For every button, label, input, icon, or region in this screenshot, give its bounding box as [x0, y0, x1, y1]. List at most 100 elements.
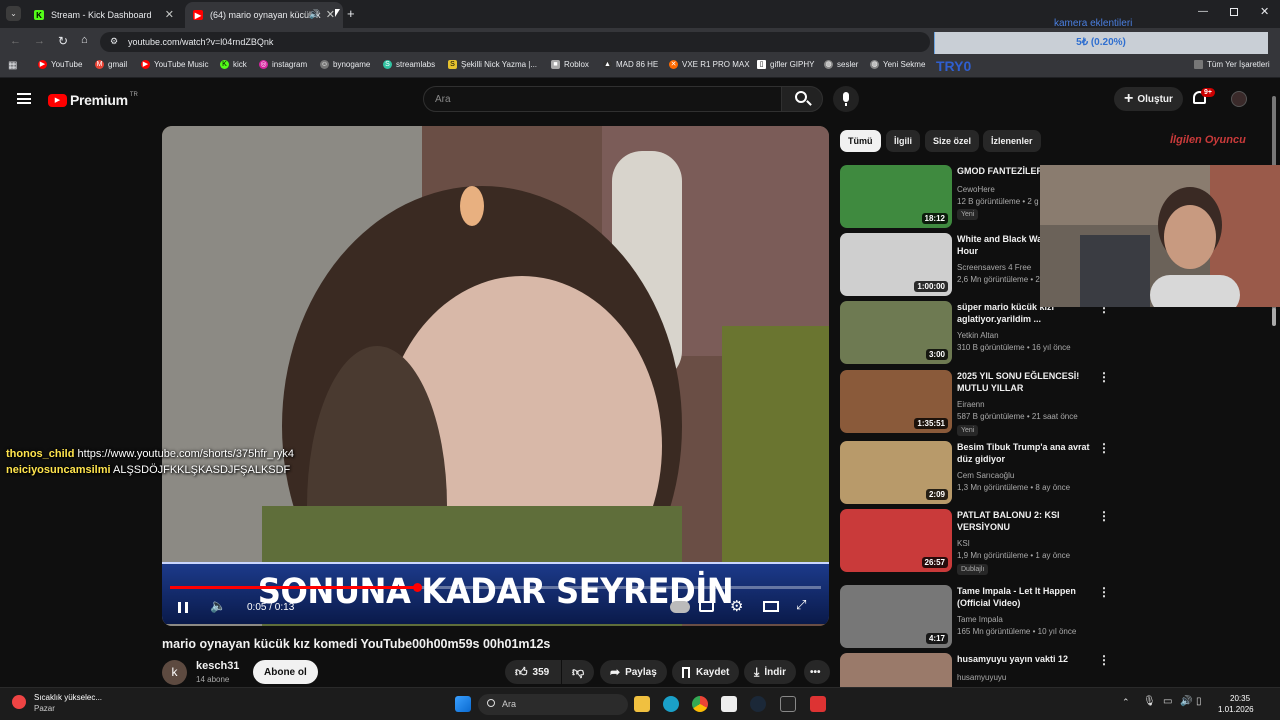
new-tab-button[interactable]: +: [347, 6, 355, 21]
recommendation-item[interactable]: 1:35:51 2025 YIL SONU EĞLENCESİ! MUTLU Y…: [840, 370, 1260, 436]
recommendation-channel[interactable]: Eiraenn: [957, 400, 985, 409]
battery-icon[interactable]: ▯: [1196, 696, 1202, 707]
channel-avatar[interactable]: k: [162, 660, 187, 685]
forward-icon[interactable]: →: [34, 35, 45, 47]
volume-button[interactable]: 🔈: [210, 598, 226, 614]
recommendation-title[interactable]: PATLAT BALONU 2: KSI VERSİYONU: [957, 509, 1097, 533]
file-explorer-icon[interactable]: [634, 696, 650, 712]
recommendation-channel[interactable]: CewoHere: [957, 185, 995, 194]
bookmark-giphy[interactable]: ▯ gifler GIPHY: [757, 60, 814, 69]
all-bookmarks[interactable]: Tüm Yer İşaretleri: [1194, 60, 1270, 69]
bookmark-sekilli-nick[interactable]: S Şekilli Nick Yazma |...: [448, 60, 537, 69]
recommendation-item[interactable]: 3:00 süper mario kücük kızı aglatiyor.ya…: [840, 301, 1260, 366]
settings-icon[interactable]: ⚙: [730, 597, 743, 615]
minimize-button[interactable]: —: [1198, 6, 1208, 17]
pause-button[interactable]: [178, 602, 188, 613]
close-tab-icon[interactable]: ✕: [165, 8, 174, 21]
bookmark-mad86[interactable]: ▲ MAD 86 HE: [603, 60, 658, 69]
video-thumbnail[interactable]: 1:00:00: [840, 233, 952, 296]
steam-icon[interactable]: [750, 696, 766, 712]
save-button[interactable]: Kaydet: [672, 660, 740, 684]
video-player[interactable]: SONUNA KADAR SEYREDİN 🔈 0:05 / 0:13 ⚙ ⤢: [162, 126, 829, 626]
more-options-icon[interactable]: ⋮: [1098, 653, 1110, 667]
chrome-icon[interactable]: [692, 696, 708, 712]
avatar[interactable]: [1231, 91, 1247, 107]
restore-button[interactable]: [1230, 8, 1238, 16]
site-info-icon[interactable]: ⚙: [110, 36, 118, 47]
close-tab-icon[interactable]: ✕: [326, 8, 335, 21]
more-actions-button[interactable]: •••: [804, 660, 830, 684]
clock-time[interactable]: 20:35: [1230, 694, 1250, 703]
chip-all[interactable]: Tümü: [840, 130, 881, 152]
volume-icon[interactable]: 🔊: [1180, 696, 1192, 707]
video-thumbnail[interactable]: 18:12: [840, 165, 952, 228]
voice-search-button[interactable]: [833, 86, 859, 112]
more-options-icon[interactable]: ⋮: [1098, 441, 1110, 455]
video-thumbnail[interactable]: 26:57: [840, 509, 952, 572]
channel-name[interactable]: kesch31: [196, 660, 239, 672]
video-thumbnail[interactable]: 4:17: [840, 585, 952, 648]
recommendation-channel[interactable]: KSI: [957, 539, 970, 548]
progress-track[interactable]: [170, 583, 821, 592]
recommendation-channel[interactable]: Yetkin Altan: [957, 331, 999, 340]
chip-related[interactable]: İlgili: [886, 130, 920, 152]
youtube-logo[interactable]: ▶ Premium TR: [48, 92, 138, 108]
microphone-tray-icon[interactable]: 🎙: [1143, 696, 1156, 707]
back-icon[interactable]: ←: [10, 35, 21, 47]
scrollbar-thumb-lower[interactable]: [1272, 308, 1276, 326]
tab-youtube-video[interactable]: ▶ (64) mario oynayan kücük k 🔊 ✕: [185, 2, 343, 28]
bookmark-yeni-sekme[interactable]: ◍ Yeni Sekme: [870, 60, 925, 69]
bookmark-youtube-music[interactable]: ▶ YouTube Music: [141, 60, 209, 69]
dislike-button[interactable]: 👎︎: [562, 660, 594, 684]
taskbar-search[interactable]: Ara: [478, 694, 628, 715]
recommendation-channel[interactable]: Screensavers 4 Free: [957, 263, 1031, 272]
menu-icon[interactable]: [17, 93, 31, 104]
chip-for-you[interactable]: Size özel: [925, 130, 980, 152]
recommendation-title[interactable]: husamyuyu yayın vakti 12: [957, 653, 1097, 665]
search-button[interactable]: [781, 86, 823, 112]
fullscreen-icon[interactable]: ⤢: [796, 597, 806, 613]
reload-icon[interactable]: ↻: [58, 34, 68, 48]
create-button[interactable]: + Oluştur: [1114, 87, 1183, 111]
tab-list-button[interactable]: ⌄: [6, 6, 21, 21]
download-button[interactable]: ⤓ İndir: [744, 660, 796, 684]
bookmark-bynogame[interactable]: ☺ bynogame: [320, 60, 370, 69]
tray-overflow-icon[interactable]: ⌃: [1122, 697, 1130, 708]
like-button[interactable]: 👍︎ 359: [505, 660, 561, 684]
subtitles-icon[interactable]: [699, 601, 714, 612]
bookmark-streamlabs[interactable]: Sstreamlabs: [383, 60, 435, 69]
bookmark-gmail[interactable]: Mgmail: [95, 60, 127, 69]
video-thumbnail[interactable]: 3:00: [840, 301, 952, 364]
network-icon[interactable]: ▭: [1163, 696, 1172, 707]
close-window-button[interactable]: ✕: [1260, 5, 1269, 18]
recommendation-channel[interactable]: Cem Sarıcaoğlu: [957, 471, 1014, 480]
recommendation-channel[interactable]: Tame Impala: [957, 615, 1003, 624]
video-thumbnail[interactable]: 1:35:51: [840, 370, 952, 433]
recommendation-title[interactable]: Besim Tibuk Trump'a ana avrat düz gidiyo…: [957, 441, 1097, 465]
bookmark-vxe[interactable]: ✕ VXE R1 PRO MAX: [669, 60, 750, 69]
recommendation-item[interactable]: 4:17 Tame Impala - Let It Happen (Offici…: [840, 585, 1260, 650]
video-thumbnail[interactable]: 2:09: [840, 441, 952, 504]
apps-grid-icon[interactable]: ▦: [8, 60, 17, 71]
start-button[interactable]: [455, 696, 471, 712]
recommendation-item[interactable]: 2:09 Besim Tibuk Trump'a ana avrat düz g…: [840, 441, 1260, 506]
home-icon[interactable]: ⌂: [81, 34, 88, 46]
theater-mode-icon[interactable]: [763, 601, 779, 612]
recommendation-title[interactable]: 2025 YIL SONU EĞLENCESİ! MUTLU YILLAR: [957, 370, 1097, 394]
audio-playing-icon[interactable]: 🔊: [309, 9, 320, 20]
search-input[interactable]: Ara: [423, 86, 782, 112]
recommendation-channel[interactable]: husamyuyuyu: [957, 673, 1006, 682]
address-bar[interactable]: ⚙ youtube.com/watch?v=l04rndZBQnk: [100, 32, 930, 52]
recommendation-item[interactable]: 26:57 PATLAT BALONU 2: KSI VERSİYONU KSI…: [840, 509, 1260, 575]
tab-kick-dashboard[interactable]: K Stream - Kick Dashboard ✕: [26, 2, 182, 28]
bookmark-kick[interactable]: Kkick: [220, 60, 247, 69]
store-icon[interactable]: [721, 696, 737, 712]
recommendation-title[interactable]: Tame Impala - Let It Happen (Official Vi…: [957, 585, 1097, 609]
more-options-icon[interactable]: ⋮: [1098, 509, 1110, 523]
bookmark-sesler[interactable]: ◍ sesler: [824, 60, 858, 69]
more-options-icon[interactable]: ⋮: [1098, 370, 1110, 384]
bookmark-roblox[interactable]: ■ Roblox: [551, 60, 589, 69]
chip-watched[interactable]: İzlenenler: [983, 130, 1041, 152]
app-icon[interactable]: [810, 696, 826, 712]
subscribe-button[interactable]: Abone ol: [253, 660, 318, 684]
